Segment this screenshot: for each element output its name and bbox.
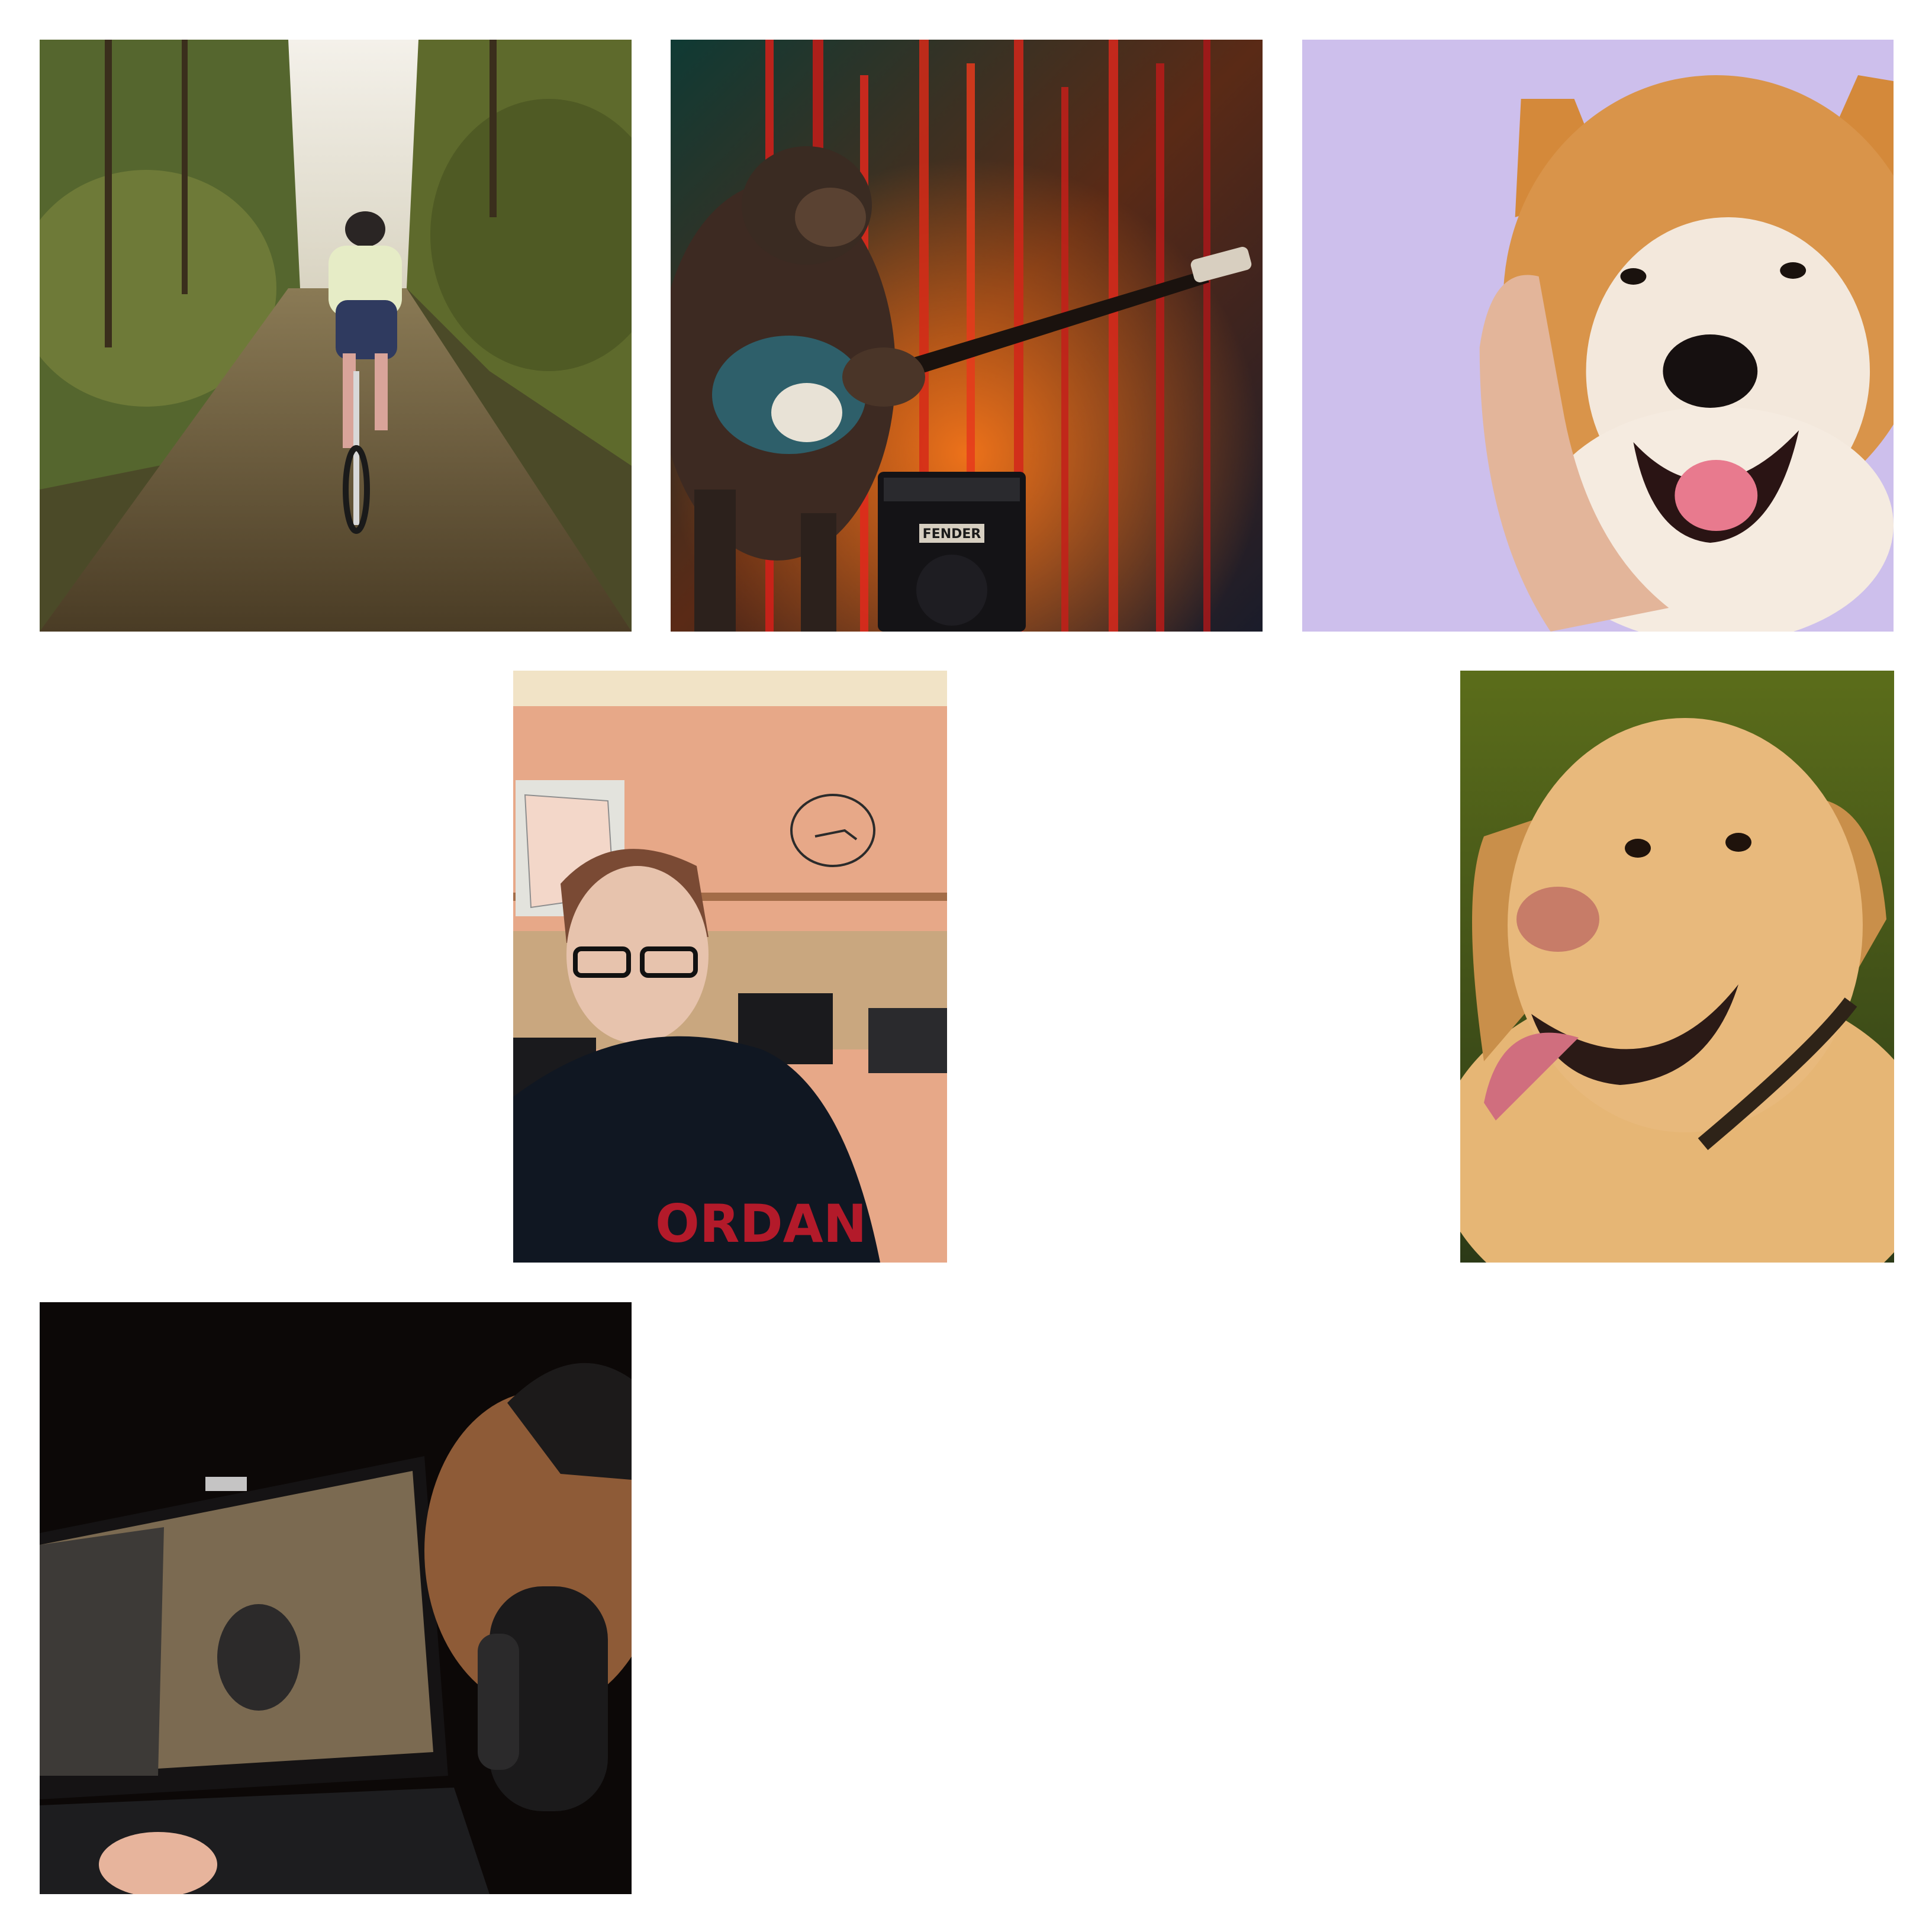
chimp-guitar-photo: FENDER <box>671 40 1263 632</box>
photo-tile-gaming[interactable] <box>40 1302 632 1894</box>
classroom-selfie-photo: ORDAN <box>513 671 947 1263</box>
amp-brand-label: FENDER <box>923 527 981 542</box>
hand-on-keyboard <box>99 1832 217 1894</box>
photo-tile-cyclist[interactable] <box>40 40 632 632</box>
shiba-photo <box>1302 40 1894 632</box>
cyclist-photo <box>40 40 632 632</box>
svg-text:ORDAN: ORDAN <box>655 1193 867 1254</box>
labrador-photo <box>1460 671 1894 1263</box>
photo-tile-labrador[interactable] <box>1460 671 1894 1263</box>
photo-tile-shiba[interactable] <box>1302 40 1894 632</box>
photo-tile-classroom-selfie[interactable]: ORDAN <box>513 671 947 1263</box>
amplifier: FENDER <box>878 472 1026 632</box>
gaming-photo <box>40 1302 632 1894</box>
photo-tile-chimp-guitar[interactable]: FENDER <box>671 40 1263 632</box>
